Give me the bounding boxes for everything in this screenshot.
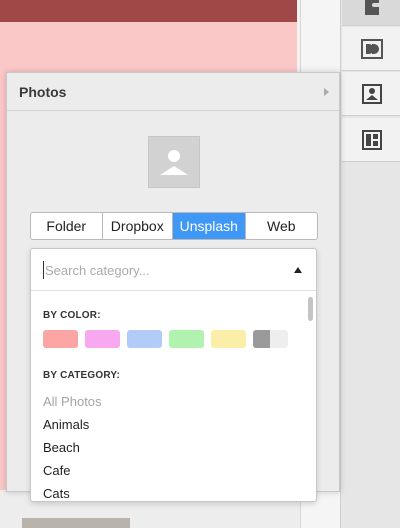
chevron-right-icon[interactable] xyxy=(324,87,329,96)
color-swatch-yellow[interactable] xyxy=(211,330,246,348)
toolbar-button-layout[interactable] xyxy=(342,118,400,162)
toolbar-button-dribbble-style[interactable] xyxy=(342,27,400,71)
tab-dropbox[interactable]: Dropbox xyxy=(103,213,174,239)
category-option[interactable]: Animals xyxy=(43,417,89,432)
category-option[interactable]: All Photos xyxy=(43,394,102,409)
category-option[interactable]: Cats xyxy=(43,486,70,501)
toolbar-button-image[interactable] xyxy=(342,72,400,116)
by-color-heading: BY COLOR: xyxy=(43,310,101,321)
toolbar-button-partial[interactable] xyxy=(342,0,400,26)
tab-web[interactable]: Web xyxy=(246,213,317,239)
caret-up-icon[interactable] xyxy=(294,267,302,273)
category-dropdown: BY COLOR: BY CATEGORY: All Photos Animal… xyxy=(30,248,317,502)
scrollbar-thumb[interactable] xyxy=(308,297,313,321)
dropdown-scrollbar[interactable] xyxy=(307,295,314,499)
category-search-input[interactable] xyxy=(43,261,273,279)
double-d-icon xyxy=(360,38,383,59)
color-swatch-green[interactable] xyxy=(169,330,204,348)
panel-title: Photos xyxy=(19,83,67,100)
by-category-heading: BY CATEGORY: xyxy=(43,370,121,381)
tab-unsplash[interactable]: Unsplash xyxy=(173,213,246,239)
source-tabs: Folder Dropbox Unsplash Web xyxy=(30,212,318,240)
swatch-gray-half xyxy=(253,330,270,348)
app-screen: Photos Folder Dropbox Unsplash Web BY CO… xyxy=(0,0,400,528)
background-photo xyxy=(22,518,130,528)
color-swatch-pink[interactable] xyxy=(85,330,120,348)
category-option[interactable]: Cafe xyxy=(43,463,70,478)
background-header-image xyxy=(0,0,297,22)
category-option[interactable]: Beach xyxy=(43,440,80,455)
image-placeholder-icon xyxy=(160,150,188,175)
color-swatch-red[interactable] xyxy=(43,330,78,348)
right-toolbar xyxy=(340,0,400,528)
category-search-bar xyxy=(31,249,316,291)
tab-folder[interactable]: Folder xyxy=(31,213,103,239)
image-placeholder-icon xyxy=(361,83,382,104)
swatch-light-half xyxy=(270,330,288,348)
panel-header[interactable]: Photos xyxy=(7,73,339,111)
partial-tool-icon xyxy=(364,0,379,15)
image-placeholder[interactable] xyxy=(148,136,200,188)
layout-icon xyxy=(361,129,382,150)
color-swatch-blue[interactable] xyxy=(127,330,162,348)
color-swatch-grayscale[interactable] xyxy=(253,330,288,348)
